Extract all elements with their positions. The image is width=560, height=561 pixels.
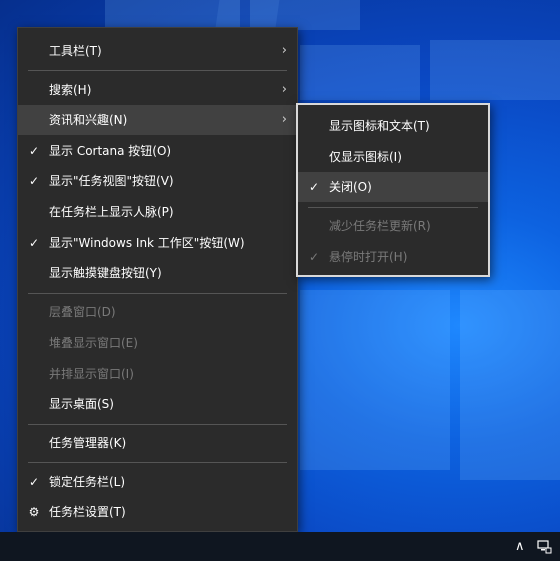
- submenu-item-show-icon-and-text[interactable]: 显示图标和文本(T): [298, 111, 488, 141]
- taskbar-context-menu: 工具栏(T) › 搜索(H) › 资讯和兴趣(N) › ✓ 显示 Cortana…: [17, 27, 298, 532]
- menu-item-label: 仅显示图标(I): [329, 150, 402, 164]
- menu-item-label: 显示触摸键盘按钮(Y): [49, 266, 162, 280]
- menu-item-lock-taskbar[interactable]: ✓ 锁定任务栏(L): [18, 467, 297, 497]
- menu-item-label: 悬停时打开(H): [329, 250, 408, 264]
- checkmark-icon: ✓: [28, 174, 40, 188]
- wallpaper-window-pane: [430, 40, 560, 100]
- chevron-right-icon: ›: [281, 112, 287, 127]
- menu-item-side-by-side-windows[interactable]: 并排显示窗口(I): [18, 359, 297, 389]
- menu-item-label: 在任务栏上显示人脉(P): [49, 205, 174, 219]
- menu-item-label: 减少任务栏更新(R): [329, 219, 431, 233]
- menu-item-label: 关闭(O): [329, 180, 372, 194]
- submenu-item-reduce-taskbar-updates[interactable]: 减少任务栏更新(R): [298, 211, 488, 241]
- menu-item-toolbars[interactable]: 工具栏(T) ›: [18, 36, 297, 66]
- menu-item-show-people[interactable]: 在任务栏上显示人脉(P): [18, 197, 297, 227]
- checkmark-icon: ✓: [28, 475, 40, 489]
- menu-item-stack-windows[interactable]: 堆叠显示窗口(E): [18, 328, 297, 358]
- show-hidden-icons-chevron-up-icon[interactable]: ∧: [515, 532, 525, 561]
- wallpaper-window-pane: [300, 290, 450, 470]
- menu-item-label: 堆叠显示窗口(E): [49, 336, 138, 350]
- menu-item-label: 显示图标和文本(T): [329, 119, 430, 133]
- menu-item-taskbar-settings[interactable]: ⚙ 任务栏设置(T): [18, 497, 297, 527]
- menu-item-label: 显示"任务视图"按钮(V): [49, 174, 174, 188]
- checkmark-icon: ✓: [308, 180, 320, 194]
- wallpaper-window-pane: [460, 290, 560, 480]
- submenu-item-turn-off[interactable]: ✓ 关闭(O): [298, 172, 488, 202]
- menu-item-label: 并排显示窗口(I): [49, 367, 134, 381]
- menu-separator: [308, 207, 478, 208]
- menu-item-label: 显示桌面(S): [49, 397, 114, 411]
- menu-separator: [28, 293, 287, 294]
- submenu-item-open-on-hover[interactable]: ✓ 悬停时打开(H): [298, 242, 488, 272]
- menu-item-show-windows-ink-button[interactable]: ✓ 显示"Windows Ink 工作区"按钮(W): [18, 228, 297, 258]
- chevron-right-icon: ›: [281, 82, 287, 97]
- menu-item-label: 任务栏设置(T): [49, 505, 126, 519]
- menu-item-show-task-view-button[interactable]: ✓ 显示"任务视图"按钮(V): [18, 166, 297, 196]
- menu-item-label: 资讯和兴趣(N): [49, 113, 128, 127]
- checkmark-icon: ✓: [28, 236, 40, 250]
- menu-item-show-touch-keyboard-button[interactable]: 显示触摸键盘按钮(Y): [18, 258, 297, 288]
- menu-separator: [28, 70, 287, 71]
- taskbar[interactable]: ∧: [0, 532, 560, 561]
- menu-item-label: 层叠窗口(D): [49, 305, 116, 319]
- menu-item-show-cortana-button[interactable]: ✓ 显示 Cortana 按钮(O): [18, 136, 297, 166]
- menu-item-task-manager[interactable]: 任务管理器(K): [18, 428, 297, 458]
- menu-item-news-and-interests[interactable]: 资讯和兴趣(N) ›: [18, 105, 297, 135]
- checkmark-icon: ✓: [308, 250, 320, 264]
- menu-item-label: 锁定任务栏(L): [49, 475, 126, 489]
- network-icon[interactable]: [536, 532, 552, 561]
- menu-separator: [28, 424, 287, 425]
- menu-item-cascade-windows[interactable]: 层叠窗口(D): [18, 297, 297, 327]
- menu-separator: [28, 462, 287, 463]
- menu-item-label: 搜索(H): [49, 83, 92, 97]
- menu-item-label: 显示 Cortana 按钮(O): [49, 144, 172, 158]
- checkmark-icon: ✓: [28, 144, 40, 158]
- submenu-item-show-icon-only[interactable]: 仅显示图标(I): [298, 142, 488, 172]
- news-and-interests-submenu: 显示图标和文本(T) 仅显示图标(I) ✓ 关闭(O) 减少任务栏更新(R) ✓…: [296, 103, 490, 277]
- menu-item-search[interactable]: 搜索(H) ›: [18, 75, 297, 105]
- menu-item-label: 显示"Windows Ink 工作区"按钮(W): [49, 236, 245, 250]
- menu-item-label: 工具栏(T): [49, 44, 102, 58]
- chevron-right-icon: ›: [281, 43, 287, 58]
- wallpaper-window-pane: [300, 45, 420, 100]
- menu-item-show-desktop[interactable]: 显示桌面(S): [18, 389, 297, 419]
- gear-icon: ⚙: [28, 505, 40, 519]
- menu-item-label: 任务管理器(K): [49, 436, 127, 450]
